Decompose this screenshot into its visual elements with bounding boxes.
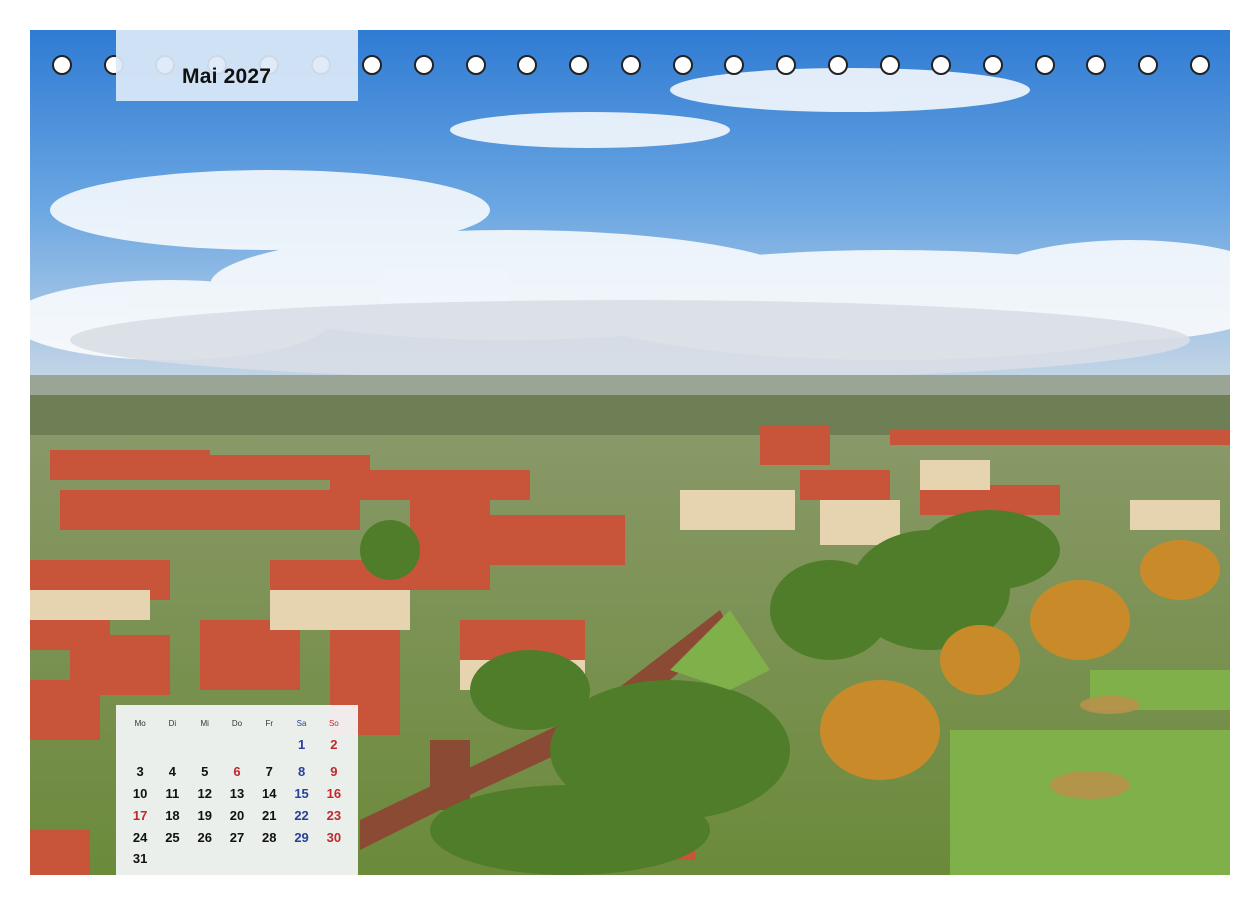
calendar-day <box>189 851 221 866</box>
binding-hole <box>465 55 486 75</box>
calendar-day: 16 <box>326 786 342 801</box>
calendar-week-row: 12 <box>124 737 350 752</box>
binding-hole <box>827 55 848 75</box>
weekday-di: Di <box>168 719 177 728</box>
calendar-day: 31 <box>132 851 148 866</box>
binding-hole <box>724 55 745 75</box>
binding-hole <box>1189 55 1210 75</box>
binding-hole <box>362 55 383 75</box>
binding-hole <box>776 55 797 75</box>
calendar-day: 9 <box>330 764 338 779</box>
binding-hole <box>52 55 72 75</box>
calendar-day <box>156 737 188 752</box>
calendar-day: 13 <box>229 786 245 801</box>
calendar-week-row: 3 4 5 6 7 8 9 <box>124 764 350 779</box>
weekday-do: Do <box>231 719 243 728</box>
month-title: Mai 2027 <box>182 65 272 88</box>
calendar-day: 2 <box>330 737 338 752</box>
binding-hole <box>982 55 1003 75</box>
calendar-day: 8 <box>297 764 306 779</box>
calendar-day <box>253 851 285 866</box>
binding-hole <box>931 55 952 75</box>
calendar-day <box>221 737 253 752</box>
calendar-day <box>221 851 253 866</box>
calendar-day: 30 <box>326 830 342 845</box>
calendar-day <box>189 737 221 752</box>
weekday-fr: Fr <box>265 719 274 728</box>
calendar-day: 25 <box>165 830 180 845</box>
calendar-day <box>124 737 156 752</box>
calendar-day: 4 <box>168 764 177 779</box>
calendar-day: 3 <box>136 764 144 779</box>
calendar-week-row: 24 25 26 27 28 29 30 <box>124 830 350 845</box>
calendar-day: 5 <box>201 764 209 779</box>
calendar-week-row: 10 11 12 13 14 15 16 <box>124 786 350 801</box>
calendar-day: 23 <box>326 808 342 823</box>
calendar-day <box>318 851 350 866</box>
binding-hole <box>1034 55 1055 75</box>
calendar-grid: Mo Di Mi Do Fr Sa So 1 2 3 4 5 6 7 8 9 10 11 12 13 14… <box>116 705 358 875</box>
calendar-day <box>253 737 285 752</box>
binding-hole <box>569 55 590 75</box>
calendar-day: 24 <box>132 830 148 845</box>
calendar-day <box>285 851 317 866</box>
calendar-day: 7 <box>265 764 273 779</box>
calendar-day: 12 <box>197 786 212 801</box>
weekday-so: So <box>328 719 339 728</box>
calendar-week-row: 31 <box>124 851 350 866</box>
calendar-day: 22 <box>294 808 309 823</box>
calendar-day: 1 <box>297 737 306 752</box>
calendar-week-row: 17 18 19 20 21 22 23 <box>124 808 350 823</box>
calendar-day: 15 <box>294 786 309 801</box>
calendar-day: 19 <box>197 808 212 823</box>
calendar-day: 29 <box>294 830 309 845</box>
weekday-mo: Mo <box>134 719 146 728</box>
calendar-day: 18 <box>165 808 180 823</box>
binding-hole <box>1086 55 1107 75</box>
calendar-day: 26 <box>197 830 212 845</box>
binding-hole <box>517 55 538 75</box>
calendar-day: 17 <box>132 808 148 823</box>
calendar-day <box>156 851 188 866</box>
calendar-day: 28 <box>262 830 277 845</box>
calendar-day: 14 <box>262 786 277 801</box>
calendar-day: 20 <box>229 808 245 823</box>
calendar-day: 11 <box>165 786 180 801</box>
binding-hole <box>1138 55 1159 75</box>
binding-hole <box>879 55 900 75</box>
binding-hole <box>414 55 435 75</box>
calendar-day: 6 <box>233 764 241 779</box>
weekday-mi: Mi <box>200 719 209 728</box>
binding-hole <box>672 55 693 75</box>
calendar-day: 21 <box>262 808 277 823</box>
binding-hole <box>620 55 641 75</box>
calendar-day: 10 <box>132 786 148 801</box>
calendar-day: 27 <box>229 830 245 845</box>
weekday-header: Mo Di Mi Do Fr Sa So <box>124 719 350 728</box>
weekday-sa: Sa <box>296 719 307 728</box>
